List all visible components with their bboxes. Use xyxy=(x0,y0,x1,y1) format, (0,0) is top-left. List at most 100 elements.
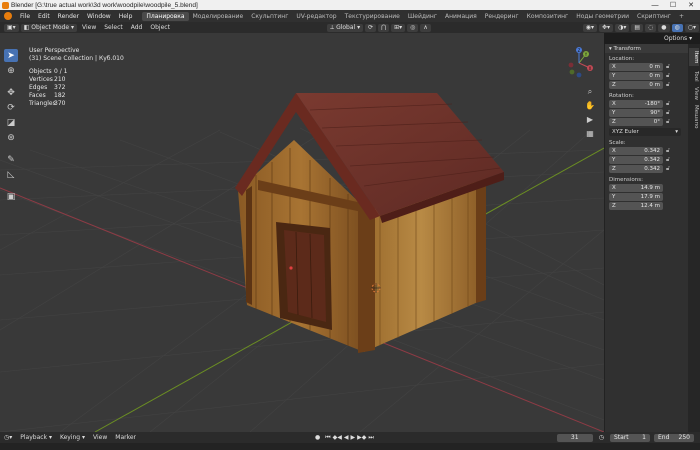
menu-edit[interactable]: Edit xyxy=(34,13,54,20)
pan-hand-icon[interactable]: ✋ xyxy=(584,100,596,112)
menu-select[interactable]: Select xyxy=(100,24,127,31)
menu-add[interactable]: Add xyxy=(127,24,147,31)
menu-file[interactable]: File xyxy=(16,13,34,20)
mode-dropdown[interactable]: ◧ Object Mode ▾ xyxy=(20,23,77,32)
play-icon[interactable]: ▶ xyxy=(349,434,356,441)
menu-timeline-view[interactable]: View xyxy=(89,434,111,441)
scale-tool[interactable]: ◪ xyxy=(4,116,18,129)
snap-toggle[interactable]: ⋂ xyxy=(378,23,390,32)
shading-material-button[interactable]: ◍ xyxy=(671,23,683,32)
workspace-tab-sculpting[interactable]: Скульптинг xyxy=(247,12,292,21)
proportional-edit-toggle[interactable]: ◎ xyxy=(407,23,419,32)
menu-object[interactable]: Object xyxy=(146,24,174,31)
scale-z-field[interactable]: Z 0.342 🔓︎ xyxy=(609,165,688,173)
jump-start-icon[interactable]: ⏮ xyxy=(324,434,331,442)
rotation-z-field[interactable]: Z 0° 🔓︎ xyxy=(609,118,688,126)
play-reverse-icon[interactable]: ◀ xyxy=(343,434,350,441)
annotate-tool[interactable]: ✎ xyxy=(4,153,18,166)
xray-toggle[interactable]: ▤ xyxy=(631,23,643,32)
rotation-y-field[interactable]: Y 90° 🔓︎ xyxy=(609,109,688,117)
workspace-tab-layout[interactable]: Планировка xyxy=(142,11,189,21)
sidebar-tab-tool[interactable]: Tool xyxy=(689,68,699,84)
sidebar-tab-view[interactable]: View xyxy=(689,86,699,102)
current-frame-field[interactable]: 31 xyxy=(556,433,593,442)
next-keyframe-icon[interactable]: ▶◆ xyxy=(356,434,367,441)
scale-y-field[interactable]: Y 0.342 🔓︎ xyxy=(609,156,688,164)
workspace-tab-geometry-nodes[interactable]: Ноды геометрии xyxy=(572,12,633,21)
rotation-mode-dropdown[interactable]: XYZ Euler ▾ xyxy=(609,128,681,136)
record-button[interactable]: ● xyxy=(311,434,324,441)
perspective-grid-icon[interactable]: ▦ xyxy=(584,128,596,140)
menu-marker[interactable]: Marker xyxy=(111,434,140,441)
transform-tool[interactable]: ⊛ xyxy=(4,131,18,144)
menu-help[interactable]: Help xyxy=(115,13,137,20)
lock-icon[interactable]: 🔓︎ xyxy=(663,72,673,80)
snap-target-dropdown[interactable]: ⊞▾ xyxy=(391,23,406,32)
add-cube-tool[interactable]: ▣ xyxy=(4,190,18,203)
transform-panel-header[interactable]: ▾ Transform xyxy=(605,44,688,53)
sidebar-tab-item[interactable]: Item xyxy=(689,48,699,66)
transform-orientation-dropdown[interactable]: ⟂ Global ▾ xyxy=(327,23,364,32)
editor-type-button[interactable]: ◷▾ xyxy=(0,434,16,441)
dimensions-z-field[interactable]: Z 12.4 m xyxy=(609,202,688,210)
workspace-tab-scripting[interactable]: Скриптинг xyxy=(633,12,675,21)
options-dropdown[interactable]: Options ▾ xyxy=(664,35,692,42)
3d-viewport[interactable] xyxy=(0,33,604,432)
overlay-toggle[interactable]: ◑▾ xyxy=(615,23,630,32)
rotate-tool[interactable]: ⟳ xyxy=(4,101,18,114)
falloff-dropdown[interactable]: ∧ xyxy=(420,23,431,32)
lock-icon[interactable]: 🔓︎ xyxy=(663,147,673,155)
scale-x-field[interactable]: X 0.342 🔓︎ xyxy=(609,147,688,155)
end-frame-field[interactable]: End 250 xyxy=(654,433,694,442)
shading-rendered-button[interactable]: ○▾ xyxy=(684,23,699,32)
close-button[interactable]: ✕ xyxy=(682,1,700,9)
location-x-field[interactable]: X 0 m 🔓︎ xyxy=(609,63,688,71)
menu-render[interactable]: Render xyxy=(54,13,83,20)
lock-icon[interactable]: 🔓︎ xyxy=(663,118,673,126)
select-box-tool[interactable]: ➤ xyxy=(4,49,18,62)
rotation-x-field[interactable]: X -180° 🔓︎ xyxy=(609,100,688,108)
jump-end-icon[interactable]: ⏭ xyxy=(367,434,374,442)
shading-solid-button[interactable]: ● xyxy=(658,23,670,32)
workspace-tab-shading[interactable]: Шейдинг xyxy=(404,12,441,21)
move-tool[interactable]: ✥ xyxy=(4,86,18,99)
location-y-field[interactable]: Y 0 m 🔓︎ xyxy=(609,72,688,80)
navigation-gizmo[interactable]: Z Y X xyxy=(562,46,596,80)
menu-view[interactable]: View xyxy=(78,24,100,31)
measure-tool[interactable]: ◺ xyxy=(4,168,18,181)
workspace-tab-rendering[interactable]: Рендеринг xyxy=(481,12,523,21)
visibility-dropdown[interactable]: ◉▾ xyxy=(582,23,598,32)
minimize-button[interactable]: — xyxy=(646,2,664,9)
menu-keying[interactable]: Keying ▾ xyxy=(56,434,89,441)
editor-type-button[interactable]: ▣ ▾ xyxy=(4,23,19,32)
sidebar-tab-addon[interactable]: Мешапо xyxy=(689,104,699,130)
menu-window[interactable]: Window xyxy=(83,13,115,20)
zoom-icon[interactable]: ⌕ xyxy=(584,86,596,98)
add-workspace-button[interactable]: + xyxy=(675,13,688,20)
shading-wireframe-button[interactable]: ◌ xyxy=(645,23,657,32)
maximize-button[interactable]: ☐ xyxy=(664,1,682,9)
preview-range-icon[interactable]: ◷ xyxy=(595,434,608,441)
workspace-tab-compositing[interactable]: Композитинг xyxy=(523,12,573,21)
lock-icon[interactable]: 🔓︎ xyxy=(663,81,673,89)
lock-icon[interactable]: 🔓︎ xyxy=(663,165,673,173)
dimensions-y-field[interactable]: Y 17.9 m xyxy=(609,193,688,201)
workspace-tab-texture-paint[interactable]: Текстурирование xyxy=(341,12,404,21)
cursor-tool[interactable]: ⊕ xyxy=(4,64,18,77)
location-z-field[interactable]: Z 0 m 🔓︎ xyxy=(609,81,688,89)
camera-icon[interactable]: ▶ xyxy=(584,114,596,126)
workspace-tab-animation[interactable]: Анимация xyxy=(441,12,481,21)
pivot-point-button[interactable]: ⟳ xyxy=(365,23,377,32)
dimensions-x-field[interactable]: X 14.9 m xyxy=(609,184,688,192)
gizmo-toggle[interactable]: ✥▾ xyxy=(599,23,614,32)
menu-playback[interactable]: Playback ▾ xyxy=(16,434,56,441)
lock-icon[interactable]: 🔓︎ xyxy=(663,109,673,117)
start-frame-field[interactable]: Start 1 xyxy=(610,433,650,442)
lock-icon[interactable]: 🔓︎ xyxy=(663,156,673,164)
workspace-tab-modeling[interactable]: Моделирование xyxy=(189,12,248,21)
prev-keyframe-icon[interactable]: ◆◀ xyxy=(332,434,343,441)
lock-icon[interactable]: 🔓︎ xyxy=(663,100,673,108)
workspace-tab-uv-editing[interactable]: UV-редактор xyxy=(292,12,340,21)
lock-icon[interactable]: 🔓︎ xyxy=(663,63,673,71)
blender-logo-icon[interactable] xyxy=(4,12,12,20)
